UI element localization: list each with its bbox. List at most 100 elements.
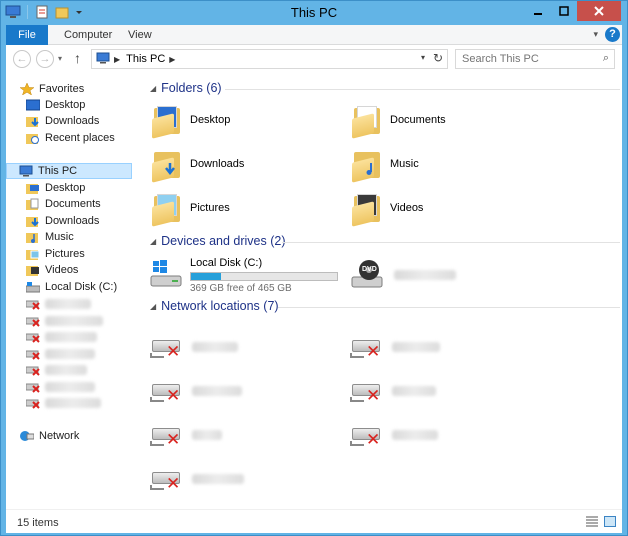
breadcrumb-chevron-icon[interactable]: ▶ <box>169 55 175 64</box>
nav-network-drive[interactable] <box>25 329 132 345</box>
help-button[interactable]: ? <box>605 27 620 42</box>
videos-icon <box>26 264 40 276</box>
pictures-icon <box>26 248 40 260</box>
network-location-tile[interactable]: ✕ <box>350 329 440 365</box>
redacted-label <box>192 430 222 440</box>
disconnected-drive-icon <box>25 331 40 343</box>
collapse-chevron-icon[interactable]: ◢ <box>150 84 156 93</box>
nav-network-drive[interactable] <box>25 362 132 378</box>
refresh-icon[interactable]: ↻ <box>433 51 443 65</box>
explorer-body: Favorites Desktop Downloads Recent place… <box>6 73 622 509</box>
nav-favorites[interactable]: Favorites <box>19 81 132 97</box>
group-divider <box>225 89 620 90</box>
breadcrumb-chevron-icon[interactable]: ▶ <box>114 55 120 64</box>
forward-button[interactable]: → <box>36 50 54 68</box>
search-input[interactable] <box>456 50 586 68</box>
drive-tile-dvd[interactable]: DVD <box>350 257 456 293</box>
nav-pc-videos[interactable]: Videos <box>26 262 132 278</box>
nav-pc-documents[interactable]: Documents <box>26 196 132 212</box>
nav-pc-local-disk[interactable]: Local Disk (C:) <box>25 279 132 295</box>
tab-file[interactable]: File <box>6 25 48 45</box>
desktop-folder-icon <box>152 104 182 139</box>
nav-network-drive[interactable] <box>25 346 132 362</box>
search-icon[interactable]: ⌕ <box>603 52 609 65</box>
nav-pc-music[interactable]: Music <box>26 229 132 245</box>
redacted-label <box>192 342 238 352</box>
redacted-label <box>45 316 103 326</box>
network-location-tile[interactable]: ✕ <box>350 417 438 453</box>
nav-network[interactable]: Network <box>20 428 132 444</box>
maximize-button[interactable] <box>551 1 577 21</box>
group-divider <box>282 242 620 243</box>
nav-network-drive[interactable] <box>25 395 132 411</box>
folder-tile-downloads[interactable]: Downloads <box>152 146 244 183</box>
address-dropdown-icon[interactable]: ▾ <box>421 53 425 62</box>
videos-folder-icon <box>352 192 382 227</box>
disconnected-drive-icon <box>25 315 40 327</box>
collapse-chevron-icon[interactable]: ◢ <box>150 302 156 311</box>
redacted-label <box>45 299 91 309</box>
music-folder-icon <box>352 148 382 183</box>
group-header-devices[interactable]: ◢ Devices and drives (2) <box>150 234 620 248</box>
music-icon <box>26 231 40 243</box>
folder-tile-desktop[interactable]: Desktop <box>152 102 230 139</box>
network-location-tile[interactable]: ✕ <box>150 417 222 453</box>
nav-fav-desktop[interactable]: Desktop <box>25 97 132 113</box>
folder-tile-documents[interactable]: Documents <box>352 102 446 139</box>
windows-drive-icon <box>150 258 184 292</box>
minimize-button[interactable] <box>525 1 551 21</box>
drive-free-space: 369 GB free of 465 GB <box>190 282 292 294</box>
network-location-tile[interactable]: ✕ <box>150 329 238 365</box>
disconnected-drive-icon <box>25 364 40 376</box>
details-view-icon[interactable] <box>586 516 598 527</box>
item-count: 15 items <box>17 517 59 529</box>
downloads-icon <box>26 115 40 127</box>
documents-icon <box>26 198 40 210</box>
up-button[interactable]: ↑ <box>74 50 81 66</box>
network-location-tile[interactable]: ✕ <box>150 461 244 497</box>
nav-this-pc[interactable]: This PC <box>6 163 132 179</box>
redacted-label <box>45 349 95 359</box>
drive-tile-local-disk[interactable]: Local Disk (C:) 369 GB free of 465 GB <box>150 255 338 295</box>
nav-fav-downloads[interactable]: Downloads <box>26 113 132 129</box>
redacted-label <box>392 386 436 396</box>
search-box[interactable]: ⌕ <box>455 49 615 69</box>
collapse-chevron-icon[interactable]: ◢ <box>150 237 156 246</box>
redacted-label <box>394 270 456 280</box>
group-header-folders[interactable]: ◢ Folders (6) <box>150 81 620 95</box>
close-button[interactable] <box>577 1 621 21</box>
large-icons-view-icon[interactable] <box>604 516 616 527</box>
recent-places-icon <box>26 132 40 144</box>
nav-pc-downloads[interactable]: Downloads <box>26 213 132 229</box>
nav-network-drive[interactable] <box>25 313 132 329</box>
view-switcher <box>586 516 616 527</box>
expand-ribbon-icon[interactable]: ▾ <box>593 29 598 40</box>
recent-locations-icon[interactable]: ▾ <box>58 54 62 63</box>
network-location-tile[interactable]: ✕ <box>350 373 436 409</box>
disconnected-drive-icon: ✕ <box>350 422 384 448</box>
nav-network-drive[interactable] <box>25 379 132 395</box>
disconnected-drive-icon <box>25 348 40 360</box>
back-button[interactable]: ← <box>13 50 31 68</box>
nav-pc-desktop[interactable]: Desktop <box>26 180 132 196</box>
folder-tile-pictures[interactable]: Pictures <box>152 190 230 227</box>
downloads-icon <box>26 215 40 227</box>
disconnected-drive-icon: ✕ <box>150 334 184 360</box>
network-location-tile[interactable]: ✕ <box>150 373 242 409</box>
nav-fav-recent-places[interactable]: Recent places <box>26 130 132 146</box>
tab-view[interactable]: View <box>118 25 162 45</box>
breadcrumb-this-pc[interactable]: This PC <box>126 53 165 65</box>
folder-tile-music[interactable]: Music <box>352 146 419 183</box>
group-header-network[interactable]: ◢ Network locations (7) <box>150 299 620 313</box>
nav-network-drive[interactable] <box>25 296 132 312</box>
address-bar[interactable]: ▶ This PC ▶ ▾ ↻ <box>91 49 448 69</box>
nav-pc-pictures[interactable]: Pictures <box>26 246 132 262</box>
group-divider <box>278 307 620 308</box>
tab-computer[interactable]: Computer <box>54 25 122 45</box>
navigation-bar: ← → ▾ ↑ ▶ This PC ▶ ▾ ↻ ⌕ <box>6 45 622 73</box>
redacted-label <box>192 386 242 396</box>
folder-tile-videos[interactable]: Videos <box>352 190 423 227</box>
computer-icon <box>96 52 110 67</box>
redacted-label <box>392 430 438 440</box>
desktop-icon <box>26 182 40 194</box>
